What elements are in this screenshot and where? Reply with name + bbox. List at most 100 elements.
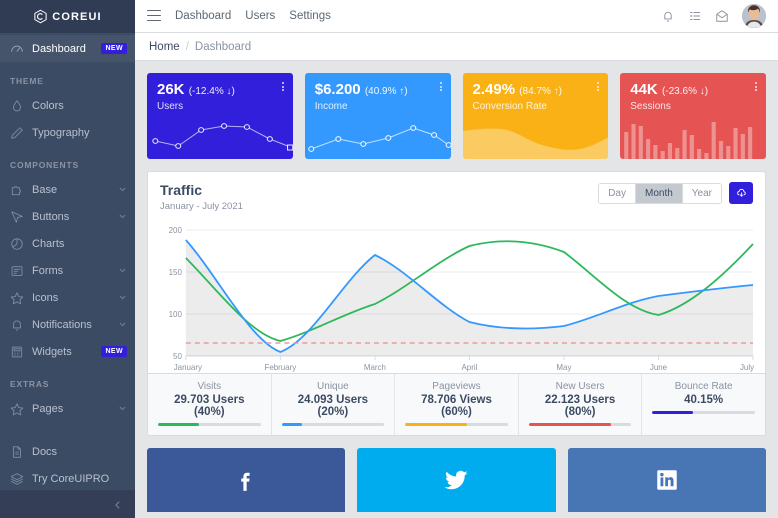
svg-text:April: April (461, 363, 477, 372)
coreui-hex-logo-icon (33, 9, 48, 24)
sidebar-item-widgets[interactable]: Widgets NEW (0, 338, 135, 365)
traffic-actions: Day Month Year (598, 182, 753, 204)
sidebar-nav: Dashboard NEW THEME Colors Typography CO… (0, 33, 135, 490)
sidebar-item-try-coreui-pro[interactable]: Try CoreUIPRO (0, 465, 135, 490)
progress-bar (405, 423, 508, 426)
sidebar-item-charts[interactable]: Charts (0, 230, 135, 257)
top-header-actions (661, 4, 766, 28)
sidebar-item-label: Icons (32, 292, 110, 304)
sidebar-item-dashboard[interactable]: Dashboard NEW (0, 35, 135, 62)
bell-icon[interactable] (661, 9, 675, 23)
sidebar-item-forms[interactable]: Forms (0, 257, 135, 284)
stat-value-change: (84.7% ↑) (519, 86, 562, 97)
bar-sparkline-chart (620, 115, 766, 159)
traffic-stat-label: New Users (529, 381, 632, 392)
page-content: 26K (-12.4% ↓) Users (135, 61, 778, 518)
social-card-twitter[interactable] (357, 448, 555, 512)
traffic-stat-label: Visits (158, 381, 261, 392)
sidebar-section-components: COMPONENTS (0, 146, 135, 176)
stat-card-users[interactable]: 26K (-12.4% ↓) Users (147, 73, 293, 159)
stat-value-number: 26K (157, 81, 185, 98)
stat-value-change: (-23.6% ↓) (662, 86, 708, 97)
stat-card-head: 44K (-23.6% ↓) Sessions (620, 73, 766, 112)
social-card-linkedin[interactable] (568, 448, 766, 512)
svg-text:February: February (264, 363, 296, 372)
traffic-card-header: Traffic January - July 2021 Day Month Ye… (148, 172, 765, 216)
badge-new: NEW (101, 43, 127, 54)
sidebar-item-base[interactable]: Base (0, 176, 135, 203)
topnav-item-users[interactable]: Users (245, 10, 275, 22)
chevron-left-icon[interactable] (113, 499, 123, 509)
traffic-title: Traffic (160, 182, 243, 199)
breadcrumb-home[interactable]: Home (149, 41, 180, 53)
range-button-year[interactable]: Year (683, 184, 721, 203)
avatar[interactable] (742, 4, 766, 28)
traffic-stat-value: 22.123 Users (80%) (529, 394, 632, 418)
linkedin-icon (654, 467, 680, 493)
range-button-month[interactable]: Month (636, 184, 683, 203)
list-icon[interactable] (688, 9, 702, 23)
star-icon (10, 291, 24, 305)
chevron-down-icon (118, 404, 127, 413)
speedometer-icon (10, 42, 24, 56)
stat-card-conversion-rate[interactable]: 2.49% (84.7% ↑) Conversion Rate (463, 73, 609, 159)
traffic-stat-bounce-rate: Bounce Rate 40.15% (642, 374, 765, 435)
stat-card-menu-icon[interactable] (440, 82, 442, 91)
sidebar-item-typography[interactable]: Typography (0, 119, 135, 146)
stat-card-head: 26K (-12.4% ↓) Users (147, 73, 293, 112)
chevron-down-icon (118, 293, 127, 302)
sidebar-item-label: Typography (32, 127, 127, 139)
download-button[interactable] (729, 182, 753, 204)
sidebar-section-theme: THEME (0, 62, 135, 92)
traffic-line-chart: 200 150 100 50 (148, 216, 765, 373)
sidebar-item-label: Dashboard (32, 43, 93, 55)
traffic-stats-row: Visits 29.703 Users (40%) Unique 24.093 … (148, 373, 765, 435)
chevron-down-icon (118, 266, 127, 275)
stat-card-value: $6.200 (40.9% ↑) (315, 82, 441, 99)
pencil-icon (10, 126, 24, 140)
sidebar-item-buttons[interactable]: Buttons (0, 203, 135, 230)
svg-text:200: 200 (169, 226, 183, 235)
envelope-icon[interactable] (715, 9, 729, 23)
sidebar-item-icons[interactable]: Icons (0, 284, 135, 311)
stat-value-number: $6.200 (315, 81, 361, 98)
social-card-facebook[interactable] (147, 448, 345, 512)
traffic-stat-visits: Visits 29.703 Users (40%) (148, 374, 272, 435)
sidebar-item-notifications[interactable]: Notifications (0, 311, 135, 338)
topnav-item-dashboard[interactable]: Dashboard (175, 10, 231, 22)
sidebar: COREUI Dashboard NEW THEME Colors (0, 0, 135, 518)
traffic-stat-unique: Unique 24.093 Users (20%) (272, 374, 396, 435)
svg-text:150: 150 (169, 268, 183, 277)
stat-card-menu-icon[interactable] (755, 82, 757, 91)
star-icon (10, 402, 24, 416)
range-button-day[interactable]: Day (599, 184, 636, 203)
traffic-title-block: Traffic January - July 2021 (160, 182, 243, 212)
stat-value-change: (40.9% ↑) (365, 86, 408, 97)
stat-card-value: 26K (-12.4% ↓) (157, 82, 283, 99)
hamburger-icon[interactable] (147, 10, 161, 22)
range-button-group: Day Month Year (598, 183, 722, 204)
svg-text:100: 100 (169, 310, 183, 319)
sidebar-item-label: Buttons (32, 211, 110, 223)
stat-card-menu-icon[interactable] (597, 82, 599, 91)
sidebar-brand[interactable]: COREUI (0, 0, 135, 33)
sidebar-item-docs[interactable]: Docs (0, 438, 135, 465)
stat-card-sessions[interactable]: 44K (-23.6% ↓) Sessions (620, 73, 766, 159)
sidebar-item-pages[interactable]: Pages (0, 395, 135, 422)
puzzle-icon (10, 183, 24, 197)
cloud-download-icon (736, 188, 747, 199)
stat-card-label: Sessions (630, 101, 756, 112)
topnav-item-settings[interactable]: Settings (289, 10, 331, 22)
cursor-icon (10, 210, 24, 224)
sidebar-item-colors[interactable]: Colors (0, 92, 135, 119)
traffic-subtitle: January - July 2021 (160, 201, 243, 212)
stat-card-menu-icon[interactable] (282, 82, 284, 91)
progress-bar (158, 423, 261, 426)
traffic-stat-new-users: New Users 22.123 Users (80%) (519, 374, 643, 435)
sidebar-spacer (0, 422, 135, 438)
stat-card-value: 44K (-23.6% ↓) (630, 82, 756, 99)
stat-value-change: (-12.4% ↓) (189, 86, 235, 97)
sidebar-collapse-bar[interactable] (0, 490, 135, 518)
layers-icon (10, 472, 24, 486)
stat-card-income[interactable]: $6.200 (40.9% ↑) Income (305, 73, 451, 159)
